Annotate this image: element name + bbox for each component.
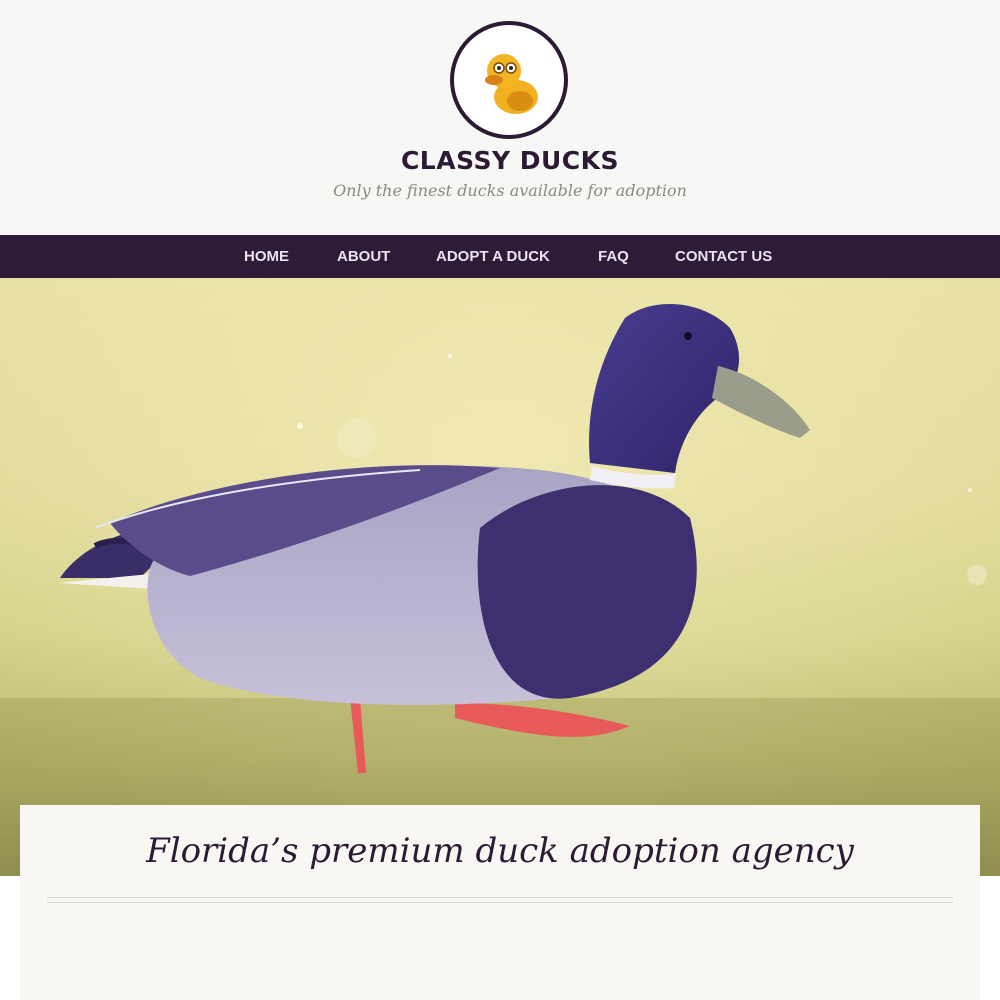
nav-item-contact-us[interactable]: CONTACT US — [675, 235, 772, 278]
content-card: Florida’s premium duck adoption agency — [20, 805, 980, 1000]
site-logo[interactable] — [450, 21, 568, 139]
site-title: CLASSY DUCKS — [400, 146, 620, 175]
main-headline: Florida’s premium duck adoption agency — [146, 831, 854, 871]
main-nav: HOME ABOUT ADOPT A DUCK FAQ CONTACT US — [0, 235, 1000, 278]
headline-divider-secondary — [47, 902, 953, 903]
duck-logo-icon — [485, 54, 538, 114]
site-header: CLASSY DUCKS Only the finest ducks avail… — [0, 0, 1000, 235]
nav-item-faq[interactable]: FAQ — [598, 235, 629, 278]
nav-item-home[interactable]: HOME — [244, 235, 289, 278]
headline-divider — [47, 897, 953, 898]
mallard-duck-illustration — [0, 278, 1000, 876]
hero-image — [0, 278, 1000, 876]
site-tagline: Only the finest ducks available for adop… — [333, 181, 687, 200]
nav-item-about[interactable]: ABOUT — [337, 235, 390, 278]
nav-item-adopt-a-duck[interactable]: ADOPT A DUCK — [436, 235, 550, 278]
